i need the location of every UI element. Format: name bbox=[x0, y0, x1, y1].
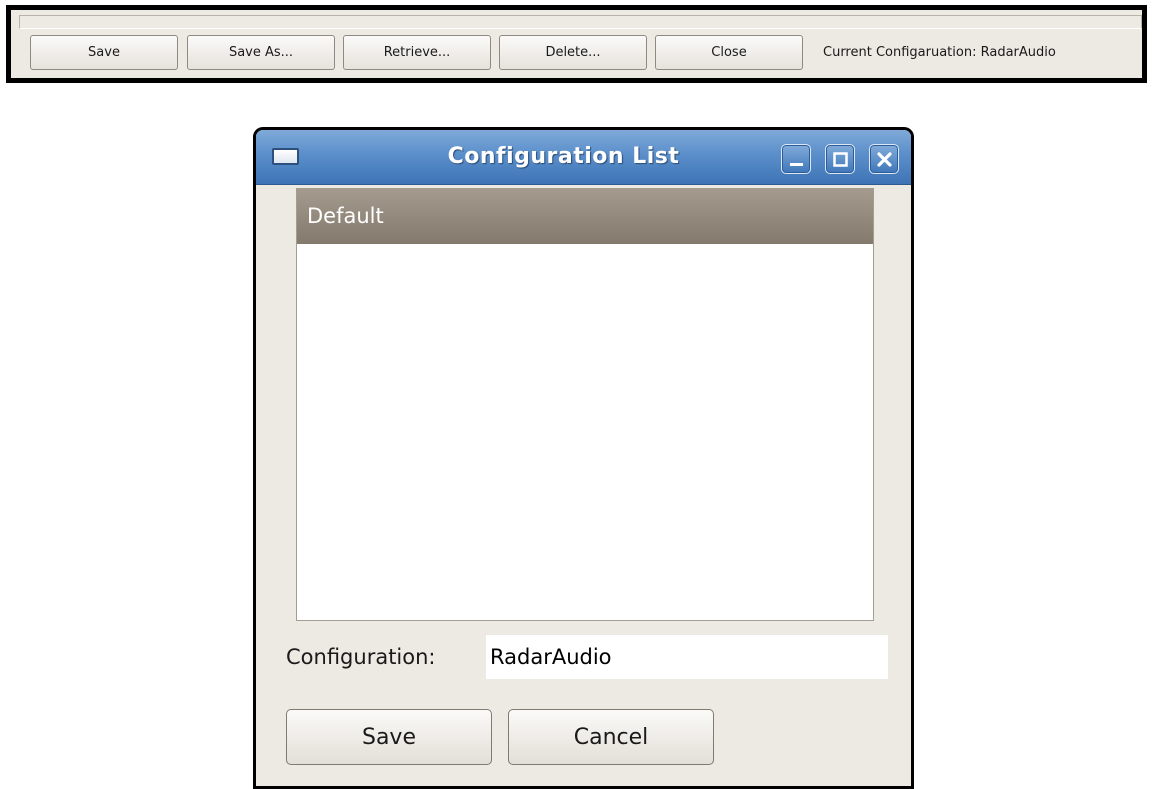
toolbar-close-button[interactable]: Close bbox=[655, 35, 803, 70]
maximize-icon[interactable] bbox=[825, 144, 855, 174]
toolbar-delete-button[interactable]: Delete... bbox=[499, 35, 647, 70]
current-configuration-status: Current Configaruation: RadarAudio bbox=[823, 45, 1056, 60]
dialog-title: Configuration List bbox=[447, 144, 680, 169]
toolbar-separator bbox=[19, 15, 1142, 29]
close-icon[interactable] bbox=[869, 144, 899, 174]
configuration-list[interactable]: Default bbox=[296, 188, 874, 621]
configuration-label: Configuration: bbox=[286, 645, 436, 669]
toolbar-save-button[interactable]: Save bbox=[30, 35, 178, 70]
configuration-list-dialog: Configuration List Default Configuration… bbox=[253, 127, 914, 789]
configuration-name-input[interactable] bbox=[486, 635, 888, 679]
save-button[interactable]: Save bbox=[286, 709, 492, 765]
config-toolbar: Save Save As... Retrieve... Delete... Cl… bbox=[6, 5, 1147, 83]
list-item-default[interactable]: Default bbox=[297, 189, 873, 244]
cancel-button[interactable]: Cancel bbox=[508, 709, 714, 765]
toolbar-save-as-button[interactable]: Save As... bbox=[187, 35, 335, 70]
dialog-titlebar[interactable]: Configuration List bbox=[256, 130, 911, 185]
toolbar-retrieve-button[interactable]: Retrieve... bbox=[343, 35, 491, 70]
minimize-icon[interactable] bbox=[781, 144, 811, 174]
